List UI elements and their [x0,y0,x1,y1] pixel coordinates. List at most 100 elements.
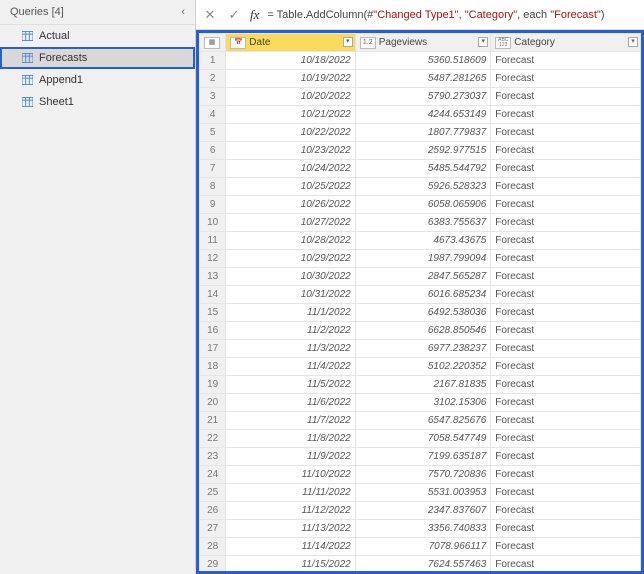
cell-date[interactable]: 10/30/2022 [226,268,355,286]
table-row[interactable]: 1010/27/20226383.755637Forecast [200,214,641,232]
cell-pageviews[interactable]: 6492.538036 [355,304,491,322]
cell-pageviews[interactable]: 2347.837607 [355,502,491,520]
table-row[interactable]: 910/26/20226058.065906Forecast [200,196,641,214]
cell-category[interactable]: Forecast [491,484,641,502]
row-number[interactable]: 9 [200,196,226,214]
cell-pageviews[interactable]: 6058.065906 [355,196,491,214]
table-row[interactable]: 1410/31/20226016.685234Forecast [200,286,641,304]
row-number[interactable]: 28 [200,538,226,556]
cell-date[interactable]: 11/9/2022 [226,448,355,466]
cell-pageviews[interactable]: 4244.653149 [355,106,491,124]
table-row[interactable]: 510/22/20221807.779837Forecast [200,124,641,142]
table-row[interactable]: 2911/15/20227624.557463Forecast [200,556,641,574]
cell-date[interactable]: 10/22/2022 [226,124,355,142]
row-number[interactable]: 21 [200,412,226,430]
cell-pageviews[interactable]: 2847.565287 [355,268,491,286]
table-row[interactable]: 2411/10/20227570.720836Forecast [200,466,641,484]
filter-dropdown-icon[interactable]: ▾ [343,37,353,47]
row-number[interactable]: 2 [200,70,226,88]
table-row[interactable]: 1511/1/20226492.538036Forecast [200,304,641,322]
cell-pageviews[interactable]: 1807.779837 [355,124,491,142]
table-row[interactable]: 2711/13/20223356.740833Forecast [200,520,641,538]
table-row[interactable]: 2811/14/20227078.966117Forecast [200,538,641,556]
cell-category[interactable]: Forecast [491,286,641,304]
commit-icon[interactable]: ✓ [226,7,242,23]
select-all-corner[interactable]: ▦ [200,34,226,52]
row-number[interactable]: 12 [200,250,226,268]
cell-pageviews[interactable]: 5926.528323 [355,178,491,196]
cell-category[interactable]: Forecast [491,178,641,196]
row-number[interactable]: 4 [200,106,226,124]
table-row[interactable]: 410/21/20224244.653149Forecast [200,106,641,124]
cell-pageviews[interactable]: 7058.547749 [355,430,491,448]
column-header-category[interactable]: ABC123 Category ▾ [491,34,641,52]
row-number[interactable]: 8 [200,178,226,196]
row-number[interactable]: 20 [200,394,226,412]
table-row[interactable]: 2011/6/20223102.15306Forecast [200,394,641,412]
row-number[interactable]: 19 [200,376,226,394]
cell-pageviews[interactable]: 7570.720836 [355,466,491,484]
fx-icon[interactable]: fx [250,7,259,23]
query-item-forecasts[interactable]: Forecasts [0,47,195,69]
cell-category[interactable]: Forecast [491,250,641,268]
cell-pageviews[interactable]: 5790.273037 [355,88,491,106]
cell-category[interactable]: Forecast [491,160,641,178]
table-row[interactable]: 1911/5/20222167.81835Forecast [200,376,641,394]
cell-category[interactable]: Forecast [491,268,641,286]
cell-category[interactable]: Forecast [491,340,641,358]
cell-category[interactable]: Forecast [491,520,641,538]
cell-category[interactable]: Forecast [491,124,641,142]
table-row[interactable]: 1110/28/20224673.43675Forecast [200,232,641,250]
cell-pageviews[interactable]: 3102.15306 [355,394,491,412]
cell-category[interactable]: Forecast [491,376,641,394]
cell-category[interactable]: Forecast [491,466,641,484]
cell-date[interactable]: 10/23/2022 [226,142,355,160]
row-number[interactable]: 22 [200,430,226,448]
query-item-actual[interactable]: Actual [0,25,195,47]
cell-date[interactable]: 11/1/2022 [226,304,355,322]
table-row[interactable]: 310/20/20225790.273037Forecast [200,88,641,106]
cell-date[interactable]: 11/14/2022 [226,538,355,556]
cell-date[interactable]: 11/12/2022 [226,502,355,520]
cell-category[interactable]: Forecast [491,430,641,448]
cell-date[interactable]: 10/21/2022 [226,106,355,124]
row-number[interactable]: 17 [200,340,226,358]
cell-pageviews[interactable]: 7624.557463 [355,556,491,574]
table-row[interactable]: 810/25/20225926.528323Forecast [200,178,641,196]
cell-category[interactable]: Forecast [491,214,641,232]
cell-date[interactable]: 10/19/2022 [226,70,355,88]
row-number[interactable]: 15 [200,304,226,322]
cell-date[interactable]: 11/4/2022 [226,358,355,376]
cell-date[interactable]: 10/24/2022 [226,160,355,178]
column-header-date[interactable]: 📅 Date ▾ [226,34,355,52]
cell-category[interactable]: Forecast [491,52,641,70]
cell-pageviews[interactable]: 5487.281265 [355,70,491,88]
cell-date[interactable]: 10/29/2022 [226,250,355,268]
cell-category[interactable]: Forecast [491,106,641,124]
cell-date[interactable]: 11/2/2022 [226,322,355,340]
table-row[interactable]: 2511/11/20225531.003953Forecast [200,484,641,502]
row-number[interactable]: 5 [200,124,226,142]
cell-date[interactable]: 10/18/2022 [226,52,355,70]
row-number[interactable]: 13 [200,268,226,286]
data-grid[interactable]: ▦ 📅 Date ▾ 1.2 Pageviews [199,33,641,574]
table-row[interactable]: 210/19/20225487.281265Forecast [200,70,641,88]
row-number[interactable]: 26 [200,502,226,520]
row-number[interactable]: 7 [200,160,226,178]
cell-date[interactable]: 10/28/2022 [226,232,355,250]
row-number[interactable]: 23 [200,448,226,466]
cell-pageviews[interactable]: 7199.635187 [355,448,491,466]
cell-date[interactable]: 11/15/2022 [226,556,355,574]
table-row[interactable]: 2611/12/20222347.837607Forecast [200,502,641,520]
cell-pageviews[interactable]: 6383.755637 [355,214,491,232]
cell-date[interactable]: 10/31/2022 [226,286,355,304]
cell-date[interactable]: 11/8/2022 [226,430,355,448]
decimal-type-icon[interactable]: 1.2 [360,37,376,49]
table-row[interactable]: 1310/30/20222847.565287Forecast [200,268,641,286]
cell-pageviews[interactable]: 6977.238237 [355,340,491,358]
cell-pageviews[interactable]: 2167.81835 [355,376,491,394]
cell-category[interactable]: Forecast [491,412,641,430]
table-row[interactable]: 1210/29/20221987.799094Forecast [200,250,641,268]
row-number[interactable]: 10 [200,214,226,232]
any-type-icon[interactable]: ABC123 [495,37,511,49]
